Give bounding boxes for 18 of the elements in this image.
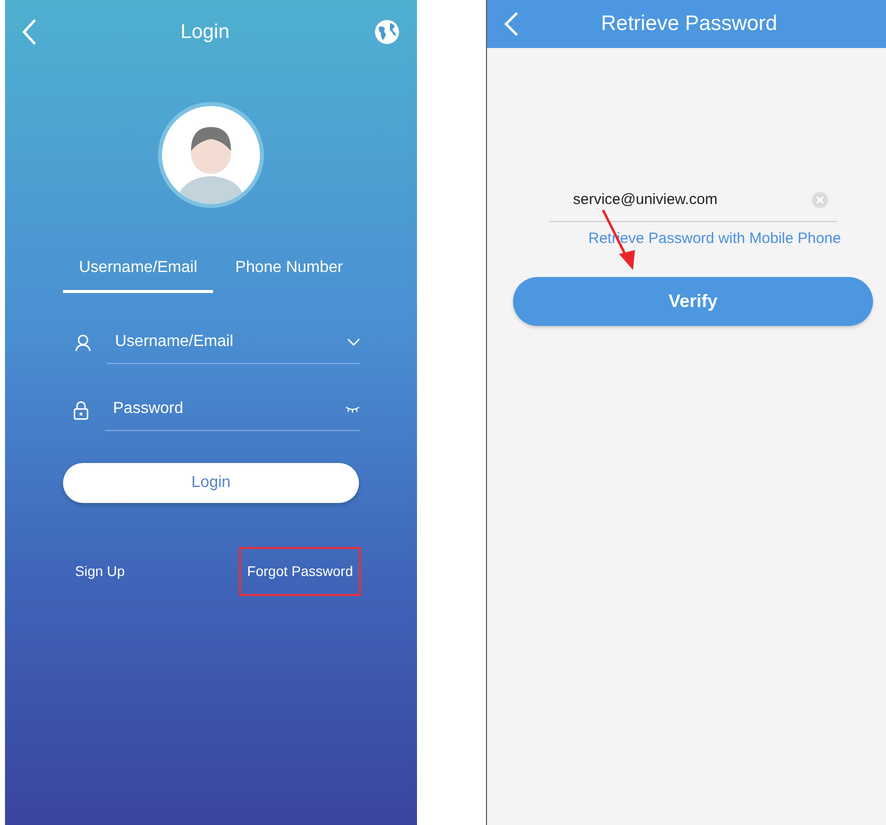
username-field[interactable]: Username/Email [107, 329, 347, 355]
globe-icon[interactable] [373, 18, 401, 46]
verify-button[interactable]: Verify [513, 277, 873, 326]
password-field[interactable]: Password [105, 396, 345, 422]
forgot-password-link[interactable]: Forgot Password [239, 547, 361, 596]
back-icon[interactable] [21, 18, 37, 46]
closed-eye-icon[interactable] [344, 405, 360, 413]
person-icon [75, 334, 91, 352]
lock-icon [73, 400, 89, 420]
email-field[interactable]: service@uniview.com [549, 188, 811, 212]
login-tab[interactable]: Username/Email [63, 250, 214, 293]
login-tab[interactable]: Phone Number [219, 250, 359, 293]
chevron-down-icon[interactable] [346, 338, 360, 346]
screen-title: Retrieve Password [601, 11, 778, 38]
sign-up-link[interactable]: Sign Up [67, 547, 133, 596]
screen-title: Login [180, 20, 230, 45]
back-icon[interactable] [503, 11, 519, 37]
login-button[interactable]: Login [63, 463, 359, 503]
